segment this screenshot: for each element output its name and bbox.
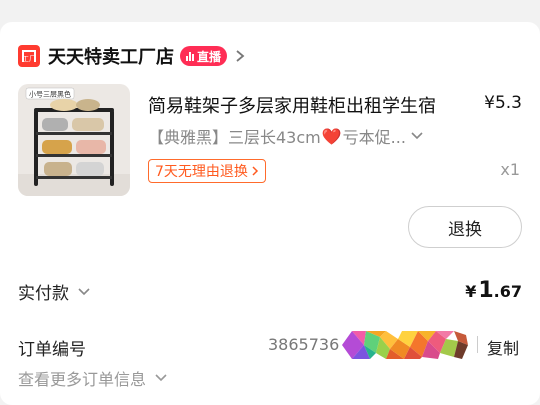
- redaction-mosaic: [342, 331, 468, 359]
- live-badge-label: 直播: [197, 49, 222, 64]
- paid-amount-toggle[interactable]: 实付款: [18, 279, 91, 304]
- order-number: 3865736: [268, 335, 340, 354]
- heart-icon: ❤️: [321, 126, 342, 146]
- product-title[interactable]: 简易鞋架子多层家用鞋柜出租学生宿: [148, 92, 474, 118]
- top-background: [0, 0, 540, 22]
- sku-selector[interactable]: 【典雅黑】三层长43cm ❤️ 亏本促...: [148, 126, 424, 147]
- chevron-down-icon: [411, 132, 423, 140]
- sku-text-suffix: 亏本促...: [342, 128, 406, 147]
- sku-text-prefix: 【典雅黑】三层长43cm: [148, 128, 321, 147]
- product-image-label: 小号三层黑色: [29, 90, 71, 99]
- return-exchange-button[interactable]: 退换: [408, 206, 522, 248]
- order-number-label: 订单编号: [18, 340, 86, 360]
- store-name: 天天特卖工厂店: [48, 47, 174, 68]
- chevron-right-icon: [252, 166, 258, 176]
- chevron-down-icon: [155, 374, 167, 382]
- live-badge[interactable]: 直播: [180, 46, 228, 66]
- divider: [477, 336, 478, 353]
- product-price: ¥5.3: [484, 93, 522, 113]
- quantity: x1: [500, 160, 520, 179]
- store-header[interactable]: 工厂 天天特卖工厂店 直播: [18, 42, 247, 70]
- paid-amount-label: 实付款: [18, 284, 69, 304]
- chevron-right-icon: [236, 50, 245, 62]
- more-order-info[interactable]: 查看更多订单信息: [18, 366, 168, 390]
- copy-button[interactable]: 复制: [487, 335, 519, 359]
- currency-symbol: ¥: [465, 282, 477, 301]
- store-logo-text: 工厂: [22, 55, 36, 63]
- amount-integer: 1: [478, 278, 494, 303]
- more-order-info-label: 查看更多订单信息: [18, 370, 147, 389]
- chevron-down-icon: [78, 287, 90, 295]
- store-icon: 工厂: [18, 45, 40, 67]
- return-policy-tag[interactable]: 7天无理由退换: [148, 159, 266, 183]
- paid-amount: ¥ 1 .67: [465, 278, 522, 303]
- live-bars-icon: [186, 51, 194, 61]
- amount-decimal: .67: [493, 282, 522, 301]
- return-policy-label: 7天无理由退换: [155, 164, 248, 180]
- product-image[interactable]: 小号三层黑色: [18, 84, 130, 196]
